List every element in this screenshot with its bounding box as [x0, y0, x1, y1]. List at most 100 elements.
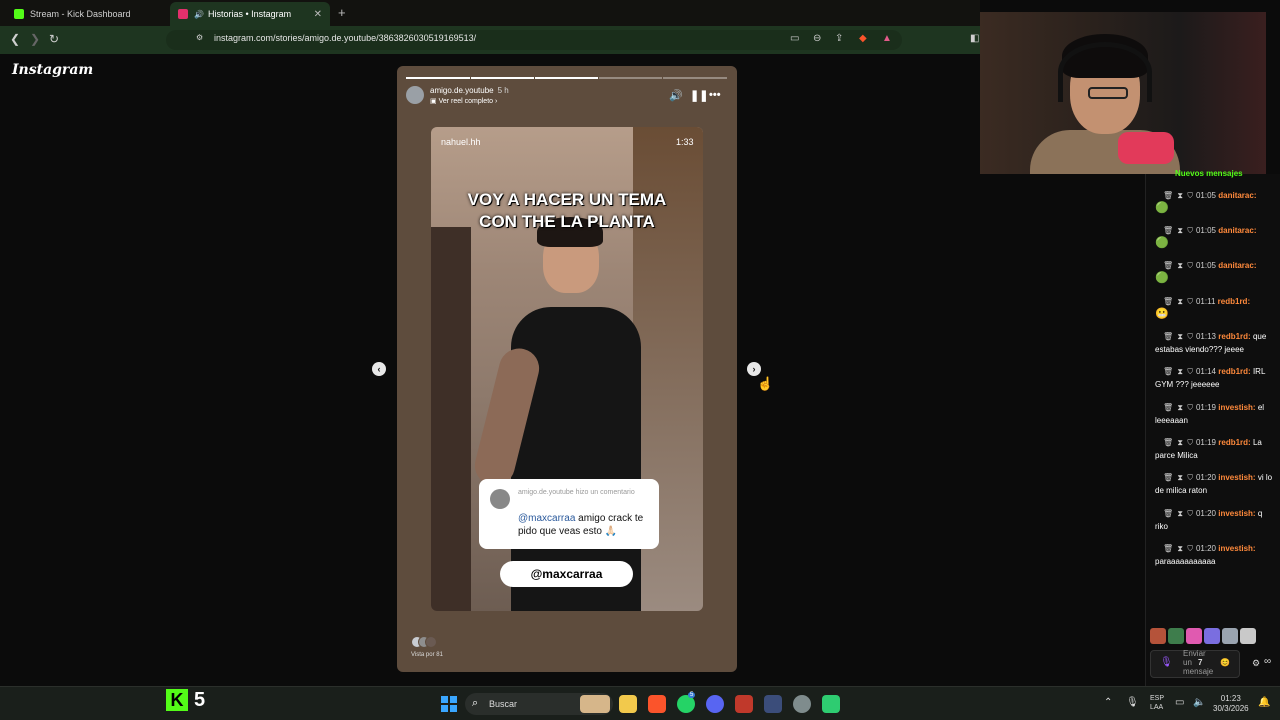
infinity-icon[interactable]: ∞: [1264, 656, 1271, 667]
chat-message: 🗑 ⧗ ⛉ 01:13 redb1rd: que estabas viendo??…: [1155, 330, 1273, 356]
mod-action-icons[interactable]: 🗑 ⧗ ⛉: [1163, 438, 1194, 447]
taskbar-search-label: Buscar: [489, 699, 518, 709]
reload-icon[interactable]: ↻: [49, 32, 59, 46]
emoji-picker-icon[interactable]: 😊: [1220, 658, 1230, 667]
brave-browser-icon[interactable]: [648, 695, 666, 713]
instagram-logo[interactable]: Instagram: [12, 62, 93, 78]
chat-username[interactable]: investish:: [1218, 544, 1255, 553]
volume-icon[interactable]: 🔊: [669, 89, 683, 102]
emote-button[interactable]: [1240, 628, 1256, 644]
chat-username[interactable]: investish:: [1218, 403, 1255, 412]
url-text[interactable]: instagram.com/stories/amigo.de.youtube/3…: [214, 33, 476, 43]
chat-time: 01:11: [1195, 297, 1216, 306]
previous-story-button[interactable]: ‹: [372, 362, 386, 376]
notifications-icon[interactable]: 🔔: [1258, 697, 1270, 708]
settings-icon[interactable]: ⚙: [1252, 658, 1260, 669]
chat-username[interactable]: redb1rd:: [1218, 297, 1250, 306]
search-highlight-icon[interactable]: [580, 695, 610, 713]
chat-username[interactable]: investish:: [1218, 509, 1255, 518]
chat-time: 01:19: [1195, 438, 1217, 447]
kick-logo-icon: K: [166, 689, 188, 711]
network-icon[interactable]: ▭: [1175, 697, 1184, 708]
extensions-icon[interactable]: ◧: [970, 33, 979, 44]
cast-icon[interactable]: ▭: [790, 33, 799, 44]
new-tab-button[interactable]: +: [338, 5, 346, 20]
viewer-avatars[interactable]: [411, 636, 441, 650]
tab-kick-dashboard[interactable]: Stream - Kick Dashboard: [6, 2, 166, 26]
app-icon[interactable]: [822, 695, 840, 713]
close-tab-icon[interactable]: ✕: [314, 9, 322, 20]
webcam-microphone: [1118, 132, 1174, 164]
emote-button[interactable]: [1168, 628, 1184, 644]
emote-button[interactable]: [1204, 628, 1220, 644]
chat-message: 🗑 ⧗ ⛉ 01:20 investish: paraaaaaaaaaaa: [1155, 542, 1273, 568]
chat-time: 01:19: [1195, 403, 1217, 412]
discord-icon[interactable]: [706, 695, 724, 713]
mic-tray-icon[interactable]: 🎙: [1126, 697, 1139, 708]
system-clock[interactable]: 01:23 30/3/2026: [1213, 694, 1249, 714]
file-explorer-icon[interactable]: [619, 695, 637, 713]
site-settings-icon[interactable]: ⚙: [196, 33, 203, 42]
address-bar: ❮ ❯ ↻ 🔖: [0, 26, 980, 54]
chat-username[interactable]: danitarac:: [1218, 191, 1256, 200]
brave-shield-icon[interactable]: ◆: [859, 33, 867, 44]
kick-favicon-icon: [14, 9, 24, 19]
mod-action-icons[interactable]: 🗑 ⧗ ⛉: [1163, 297, 1194, 306]
pause-icon[interactable]: ❚❚: [690, 89, 708, 102]
mod-action-icons[interactable]: 🗑 ⧗ ⛉: [1163, 261, 1194, 270]
chat-username[interactable]: investish:: [1218, 473, 1255, 482]
chat-username[interactable]: danitarac:: [1218, 226, 1256, 235]
mod-action-icons[interactable]: 🗑 ⧗ ⛉: [1163, 473, 1194, 482]
chevron-right-icon: ›: [493, 98, 498, 105]
seven-tv-icon[interactable]: 7: [1198, 658, 1202, 667]
chat-message: 🗑 ⧗ ⛉ 01:19 redb1rd: La parce Milica: [1155, 436, 1273, 462]
mod-action-icons[interactable]: 🗑 ⧗ ⛉: [1163, 332, 1194, 341]
next-story-button[interactable]: ›: [747, 362, 761, 376]
clock-date: 30/3/2026: [1213, 704, 1249, 713]
mod-action-icons[interactable]: 🗑 ⧗ ⛉: [1163, 544, 1194, 553]
emote-button[interactable]: [1222, 628, 1238, 644]
emote-button[interactable]: [1186, 628, 1202, 644]
chat-message: 🗑 ⧗ ⛉ 01:20 investish: q riko: [1155, 507, 1273, 533]
viewer-count[interactable]: Vista por 81: [411, 652, 443, 658]
chat-username[interactable]: redb1rd:: [1218, 438, 1250, 447]
chat-username[interactable]: danitarac:: [1218, 261, 1256, 270]
zoom-icon[interactable]: ⊖: [813, 33, 821, 44]
reel-caption-title: VOY A HACER UN TEMA CON THE LA PLANTA: [467, 190, 667, 231]
share-icon[interactable]: ⇪: [835, 33, 843, 44]
mod-action-icons[interactable]: 🗑 ⧗ ⛉: [1163, 226, 1194, 235]
chat-emote: 🟢: [1155, 202, 1169, 214]
chat-emote: 😬: [1155, 308, 1169, 320]
brave-rewards-icon[interactable]: ▲: [882, 33, 892, 44]
microphone-icon[interactable]: 🎙: [1160, 657, 1173, 668]
mod-action-icons[interactable]: 🗑 ⧗ ⛉: [1163, 403, 1194, 412]
obs-icon[interactable]: [764, 695, 782, 713]
tab-label: Historias • Instagram: [207, 9, 292, 19]
chat-message: 🗑 ⧗ ⛉ 01:14 redb1rd: IRL GYM ??? jeeeeee: [1155, 365, 1273, 391]
windows-start-icon[interactable]: [441, 696, 457, 712]
steam-icon[interactable]: [793, 695, 811, 713]
chat-username[interactable]: redb1rd:: [1218, 332, 1250, 341]
story-author-name[interactable]: amigo.de.youtube: [430, 86, 494, 95]
mod-action-icons[interactable]: 🗑 ⧗ ⛉: [1163, 367, 1194, 376]
tray-expand-icon[interactable]: ⌃: [1104, 697, 1112, 708]
new-messages-banner[interactable]: Nuevos mensajes: [1175, 169, 1243, 178]
mention-sticker[interactable]: @maxcarraa: [500, 561, 633, 587]
language-indicator[interactable]: ESP LAA: [1150, 694, 1164, 712]
volume-tray-icon[interactable]: 🔈: [1193, 697, 1205, 708]
chevron-left-icon: ‹: [377, 364, 381, 374]
more-options-icon[interactable]: •••: [709, 89, 721, 101]
forward-icon[interactable]: ❯: [30, 32, 40, 46]
voicemeeter-icon[interactable]: [735, 695, 753, 713]
mod-action-icons[interactable]: 🗑 ⧗ ⛉: [1163, 509, 1194, 518]
tab-instagram-stories[interactable]: 🔊 Historias • Instagram ✕: [170, 2, 330, 26]
chat-message: 🗑 ⧗ ⛉ 01:19 investish: el leeeaaan: [1155, 401, 1273, 427]
story-author-avatar[interactable]: [406, 86, 424, 104]
chat-username[interactable]: redb1rd:: [1218, 367, 1250, 376]
reel-bg-shelf: [431, 227, 471, 611]
instagram-favicon-icon: [178, 9, 188, 19]
mod-action-icons[interactable]: 🗑 ⧗ ⛉: [1163, 191, 1194, 200]
view-full-reel-link[interactable]: ▣ Ver reel completo ›: [430, 97, 497, 105]
emote-button[interactable]: [1150, 628, 1166, 644]
back-icon[interactable]: ❮: [10, 32, 20, 46]
